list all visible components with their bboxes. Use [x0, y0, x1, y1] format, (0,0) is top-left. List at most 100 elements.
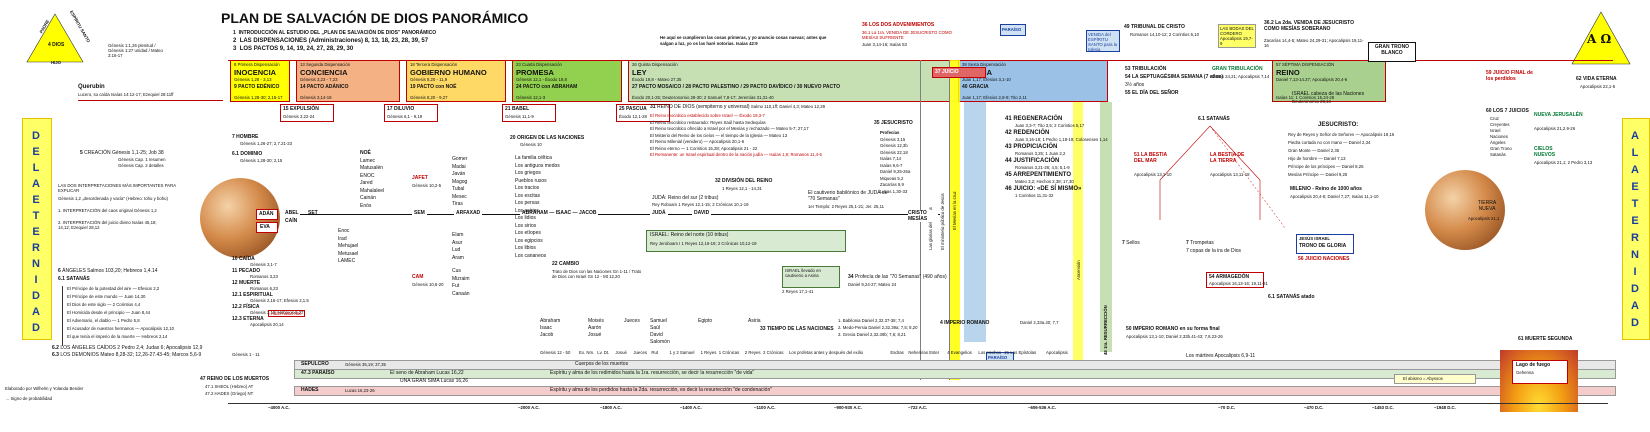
- nation-item: Los escitas: [515, 192, 541, 199]
- creation-details: Génesis Cap. 2 detalles: [118, 163, 164, 168]
- dispensation-label: 13 Segunda Dispensación: [300, 62, 351, 67]
- eternity-left-letter: E: [32, 226, 40, 238]
- gran-trono-label: GRAN TRONO BLANCO: [1374, 44, 1410, 56]
- paraiso-top: PARAÍSO: [1000, 24, 1026, 36]
- adan-hasta-noe: Adán hasta Noé: [268, 310, 305, 317]
- israel-reino-ref: Rey Jeroboam I 1 Reyes 12,16-19; 2 Cróni…: [650, 241, 757, 246]
- cam-son: Mizraim: [452, 275, 470, 282]
- caida-item-ref: Romanos 6,23: [250, 286, 278, 291]
- paraiso-row-note: Espíritu y alma de los redimidos hasta l…: [550, 370, 755, 376]
- book-item: Lv. Dt.: [597, 350, 610, 355]
- timeline-label: ~1400 A.C.: [680, 405, 702, 410]
- jesucristo-rey-item: Gran Monte — Daniel 2,35: [1288, 148, 1340, 153]
- eternity-left-letter: D: [32, 322, 40, 334]
- eternity-left-letter: A: [32, 306, 40, 318]
- jesucristo-title: 35 JESUCRISTO: [874, 120, 913, 126]
- tierra-nueva: TIERRA NUEVA: [1477, 200, 1497, 212]
- noe-line-name: ENOC: [360, 172, 375, 179]
- probability-sign: → Signo de probabilidad: [5, 396, 53, 401]
- dispensation-label: 57 SÉPTIMA DISPENSACIÓN: [1276, 62, 1335, 67]
- dispensation-box: 13 Segunda Dispensación CONCIENCIA Génesis…: [296, 60, 400, 102]
- armagedon-box: 54 ARMAGEDÓN Apocalipsis 16,13-16; 19,11-…: [1206, 272, 1268, 288]
- vertical-label-4: Ascensión: [1076, 260, 1081, 280]
- division-title: 32 DIVISIÓN DEL REINO: [715, 178, 773, 184]
- timeline-label: ~900-930 A.C.: [834, 405, 862, 410]
- patriarch-name: Saúl: [650, 325, 661, 331]
- cain-line-name: Metusael: [338, 250, 359, 257]
- querubin-ref: Lucero, su caída Isaías 14:12-17; Ezequi…: [78, 92, 174, 97]
- fallen-angels: 6.2 LOS ÁNGELES CAÍDOS 2 Pedro 2,4; Juda…: [52, 345, 203, 351]
- cain-line-name: Irad: [338, 235, 347, 242]
- book-item: Los profetas antes y después del exilio: [789, 350, 864, 355]
- jesucristo-prophecy: Daniel 9,25-26a: [880, 169, 911, 174]
- iglesia-item: 45 ARREPENTIMIENTO: [1005, 172, 1072, 178]
- reino-dios-item: El Reino Milenial (venidero) — Apocalips…: [650, 139, 745, 144]
- venida-espiritu-label: VENIDA del ESPÍRITU SANTO para la Iglesi…: [1088, 32, 1118, 52]
- resurrection-label: 48 1ra. RESURRECCIÓN: [1103, 305, 1108, 355]
- jesucristo-prophecy: Lucas 1,30-33: [880, 188, 908, 194]
- tribunal-title: 49 TRIBUNAL DE CRISTO: [1124, 24, 1185, 30]
- dispensation-pact-ref: Juan 1,17; Efesios 2,8-9; Tito 2,11: [962, 95, 1027, 100]
- reino-muertos-sub2: 47.2 HADES (Griego) NT: [205, 391, 254, 396]
- israel-cabeza: ISRAEL cabeza de las Naciones: [1292, 91, 1365, 97]
- timeline-label: ~1453 D.C.: [1372, 405, 1394, 410]
- book-item: 1 Reyes: [700, 350, 717, 355]
- cautiverio-babilonico-ref: 1er Templo: 2 Reyes 25,1-21; Jer. 25,11: [808, 204, 885, 209]
- nation-item: Los antiguos medos: [515, 162, 560, 169]
- book-item: 2 Crónicas: [763, 350, 784, 355]
- nations-ref: Génesis 10: [520, 142, 542, 147]
- division-ref: 1 Reyes 12,1 - 14,31: [722, 186, 762, 191]
- juicio-item: Israel: [1490, 128, 1501, 133]
- armagedon-ref: Apocalipsis 16,13-16; 19,11-21: [1209, 281, 1268, 286]
- timeline-label: ~606-536 A.C.: [1028, 405, 1056, 410]
- events-row: 15 EXPULSIÓN Génesis 3,22-24 17 DILUVIO Gén…: [280, 104, 700, 124]
- book-item: Apocalipsis: [1046, 350, 1068, 355]
- books-row: Génesis 12 - 50 Ex. Nm. Lv. Dt. Josué Jueces…: [540, 350, 1100, 358]
- timeline-label: ~722 A.C.: [908, 405, 928, 410]
- reino-muertos: 47 REINO DE LOS MUERTOS: [200, 376, 270, 382]
- milenio-label: MILENIO - Reino de 1000 años: [1290, 186, 1362, 192]
- abel-label: ABEL: [285, 210, 299, 216]
- event-label: 21 BABEL: [505, 106, 530, 112]
- jafet-son: Tiras: [452, 201, 463, 207]
- dispensation-label: 26 Quinta Dispensación: [632, 62, 678, 67]
- arfaxad-label: ARFAXAD: [454, 210, 483, 216]
- satan-title-item: El Adversario, el diablo — 1 Pedro 5,8: [67, 318, 140, 323]
- cambio-detail: Trato de Dios con las Naciones Gn 1-11 /…: [552, 269, 642, 279]
- patriarch-name: Jacob: [540, 332, 554, 338]
- querubin-label: Querubín: [78, 84, 105, 90]
- iglesia-item: 42 REDENCIÓN: [1005, 130, 1050, 136]
- muerte-segunda: 61 MUERTE SEGUNDA: [1518, 336, 1573, 342]
- israel-cabeza-ref: Deuteronomio 28,13: [1292, 99, 1331, 104]
- satan-title-item: El Acusador de nuestros hermanos — Apoca…: [67, 326, 175, 331]
- paraiso-row-text: El seno de Abraham Lucas 16,22: [390, 370, 464, 376]
- book-item: Nehemías: [908, 350, 928, 355]
- book-item: Ex. Nm.: [579, 350, 595, 355]
- eternity-right-letter: A: [1631, 164, 1639, 176]
- eternity-left-letter: N: [32, 258, 40, 270]
- jesucristo-rey-item: Hijo de hombre — Daniel 7,13: [1288, 156, 1346, 161]
- jesucristo-rey-item: Príncipe de los príncipes — Daniel 8,25: [1288, 164, 1364, 169]
- book-item: Génesis 12 - 50: [540, 350, 571, 355]
- juicio-final: 59 JUICIO FINAL de los perdidos: [1486, 70, 1533, 82]
- bodas-label: LAS BODAS DEL CORDERO Apocalipsis 19,7-9: [1220, 26, 1254, 46]
- nation-item: Pueblos rusos: [515, 177, 547, 184]
- juicio-item: Satanás: [1490, 152, 1506, 157]
- cam-son: Canaán: [452, 290, 470, 297]
- tierra-nueva-ref: Apocalipsis 21,1: [1468, 216, 1500, 221]
- lago-fuego-label: Lago de fuego: [1516, 362, 1551, 368]
- sepulcro-label: SEPULCRO: [301, 361, 329, 367]
- satan-title-item: El que tenía el imperio de la muerte — H…: [67, 334, 168, 339]
- eternity-left-letter: E: [32, 146, 40, 158]
- satanas-atado: 6.1 SATANÁS atado: [1268, 294, 1315, 300]
- eva-label: EVA: [260, 224, 270, 230]
- juicio-box: 37 JUICIO: [932, 67, 986, 78]
- jesucristo-rey-title: JESUCRISTO:: [1318, 122, 1359, 128]
- jesucristo-prophecy: Génesis 3,15: [880, 136, 906, 142]
- profecia-semanas: 34 Profecía de las "70 Semanas" (490 año…: [848, 274, 947, 280]
- eva-box: EVA: [256, 222, 278, 233]
- jesucristo-rey-item: Piedra cortada no con mano — Daniel 2,34: [1288, 140, 1371, 145]
- book-item: Ester: [929, 350, 940, 355]
- sem-label: SEM: [412, 210, 427, 216]
- cam-ref: Génesis 10,6-20: [412, 282, 444, 287]
